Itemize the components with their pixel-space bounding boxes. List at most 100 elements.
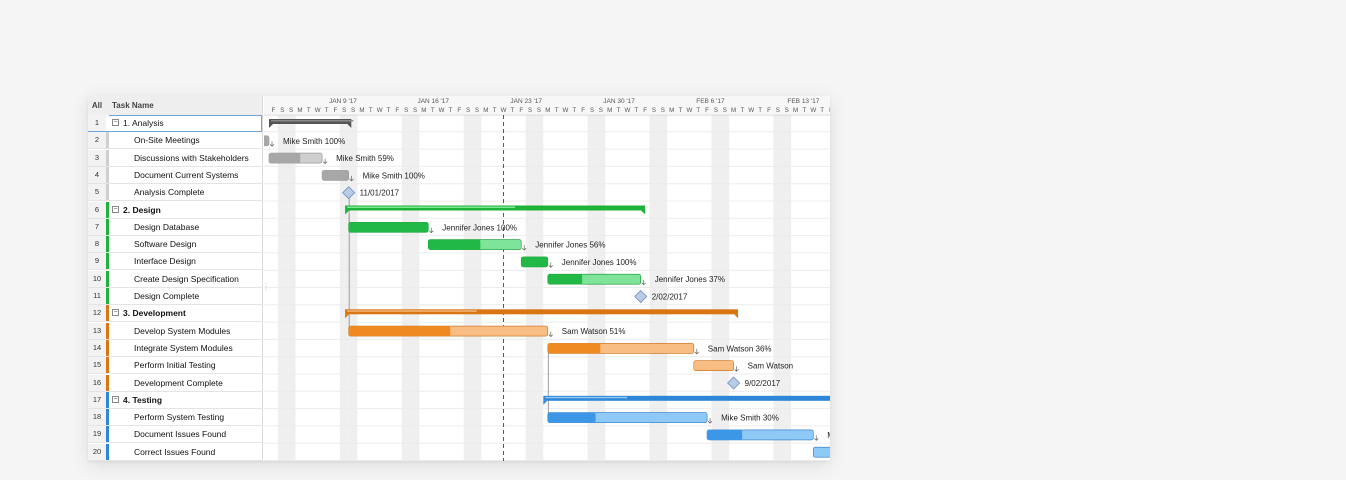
task-name-cell[interactable]: Perform System Testing — [134, 409, 224, 425]
collapse-icon[interactable]: − — [112, 119, 119, 126]
row-number[interactable]: 6 — [88, 201, 107, 218]
summary-start-cap — [269, 124, 273, 128]
row-number[interactable]: 19 — [88, 426, 107, 443]
summary-task-row[interactable]: 1−1. Analysis — [88, 115, 262, 132]
task-row[interactable]: 2 On-Site Meetings — [88, 132, 262, 150]
collapse-icon[interactable]: − — [112, 309, 119, 317]
day-letter: W — [315, 107, 321, 114]
row-number[interactable]: 7 — [88, 218, 107, 235]
summary-progress — [545, 396, 628, 399]
day-letter: S — [785, 107, 789, 114]
summary-task-row[interactable]: 12−3. Development — [88, 305, 262, 323]
task-resource-label: Sam Watson — [748, 362, 794, 371]
task-name-cell[interactable]: Design Database — [134, 219, 199, 235]
task-name-cell[interactable]: Discussions with Stakeholders — [134, 150, 249, 166]
day-letter: W — [748, 107, 754, 114]
week-label: JAN 30 '17 — [603, 98, 635, 105]
row-number[interactable]: 14 — [88, 339, 107, 356]
row-number[interactable]: 11 — [88, 288, 107, 304]
timeline-area: '17JAN 9 '17JAN 16 '17JAN 23 '17JAN 30 '… — [264, 96, 830, 461]
milestone-diamond — [634, 289, 648, 304]
summary-task-row[interactable]: 17−4. Testing — [88, 391, 262, 409]
task-row[interactable]: 15 Perform Initial Testing — [88, 357, 262, 375]
task-name-cell[interactable]: Document Current Systems — [134, 167, 238, 183]
task-row[interactable]: 19 Document Issues Found — [88, 426, 262, 444]
row-number[interactable]: 10 — [88, 270, 107, 287]
task-row[interactable]: 13 Develop System Modules — [88, 322, 262, 340]
task-bar — [693, 360, 734, 372]
dependency-arrow — [694, 348, 700, 355]
task-name-cell[interactable]: 4. Testing — [123, 392, 162, 408]
row-number[interactable]: 2 — [88, 132, 107, 149]
task-name-header[interactable]: Task Name — [112, 101, 154, 110]
task-name-cell[interactable]: Perform Initial Testing — [134, 357, 216, 373]
day-letter: F — [272, 107, 276, 114]
task-name-cell[interactable]: Design Complete — [134, 288, 199, 304]
task-row[interactable]: 18 Perform System Testing — [88, 409, 262, 427]
summary-task-row[interactable]: 6−2. Design — [88, 201, 262, 219]
task-name-cell[interactable]: 3. Development — [123, 305, 186, 321]
day-letter: M — [359, 107, 364, 114]
row-number[interactable]: 16 — [88, 374, 107, 391]
task-name-cell[interactable]: 2. Design — [123, 202, 161, 218]
task-row[interactable]: 8 Software Design — [88, 236, 262, 254]
task-resource-label: Mike Smith 100% — [363, 171, 425, 180]
task-row[interactable]: 7 Design Database — [88, 218, 262, 236]
row-number[interactable]: 18 — [88, 409, 107, 426]
row-number[interactable]: 20 — [88, 443, 107, 460]
weekend-shade — [773, 96, 783, 461]
row-number[interactable]: 8 — [88, 236, 107, 253]
task-name-cell[interactable]: Document Issues Found — [134, 426, 226, 442]
summary-end-cap — [734, 314, 739, 319]
select-all-header[interactable]: All — [88, 101, 106, 110]
group-color-strip — [106, 132, 109, 149]
day-letter: M — [793, 107, 798, 114]
task-row[interactable]: 11 Design Complete — [88, 288, 262, 305]
task-name-cell[interactable]: Development Complete — [134, 375, 223, 391]
day-letter: M — [297, 107, 302, 114]
row-number[interactable]: 17 — [88, 391, 107, 408]
collapse-icon[interactable]: − — [112, 205, 119, 213]
day-letter: T — [493, 107, 497, 114]
task-row[interactable]: 20 Correct Issues Found — [88, 443, 262, 461]
task-name-cell[interactable]: Software Design — [134, 236, 196, 252]
group-color-strip — [106, 288, 109, 304]
grid-header: All Task Name — [88, 96, 262, 116]
task-name-cell[interactable]: Analysis Complete — [134, 184, 204, 200]
task-row[interactable]: 14 Integrate System Modules — [88, 339, 262, 357]
row-number[interactable]: 12 — [88, 305, 107, 322]
task-row[interactable]: 5 Analysis Complete — [88, 184, 262, 202]
task-name-cell[interactable]: 1. Analysis — [123, 115, 164, 131]
task-progress-fill — [521, 256, 548, 267]
dependency-arrow — [521, 245, 527, 251]
day-letter: S — [652, 107, 656, 114]
task-name-cell[interactable]: On-Site Meetings — [134, 132, 200, 148]
day-letter: S — [714, 107, 718, 114]
row-number[interactable]: 9 — [88, 253, 107, 270]
task-row[interactable]: 16 Development Complete — [88, 374, 262, 392]
row-number[interactable]: 3 — [88, 149, 107, 166]
task-row[interactable]: 4 Document Current Systems — [88, 166, 262, 184]
task-name-cell[interactable]: Correct Issues Found — [134, 444, 215, 460]
day-letter: T — [449, 107, 453, 114]
task-progress-fill — [428, 239, 481, 250]
row-number[interactable]: 15 — [88, 357, 107, 374]
weekend-shade — [534, 96, 544, 461]
collapse-icon[interactable]: − — [112, 395, 119, 403]
day-letter: T — [387, 107, 391, 114]
task-row[interactable]: 3 Discussions with Stakeholders — [88, 149, 262, 167]
task-resource-label: Jennifer Jones 100% — [562, 258, 637, 267]
day-letter: F — [395, 107, 399, 114]
group-color-strip — [106, 357, 109, 374]
row-number[interactable]: 1 — [88, 115, 107, 131]
row-number[interactable]: 5 — [88, 184, 107, 201]
task-row[interactable]: 9 Interface Design — [88, 253, 262, 271]
task-name-cell[interactable]: Develop System Modules — [134, 323, 230, 339]
task-name-cell[interactable]: Integrate System Modules — [134, 340, 233, 356]
summary-progress — [271, 120, 354, 122]
task-name-cell[interactable]: Create Design Specification — [134, 271, 239, 287]
row-number[interactable]: 4 — [88, 166, 107, 183]
row-number[interactable]: 13 — [88, 322, 107, 339]
task-row[interactable]: 10 Create Design Specification — [88, 270, 262, 288]
task-name-cell[interactable]: Interface Design — [134, 253, 196, 269]
